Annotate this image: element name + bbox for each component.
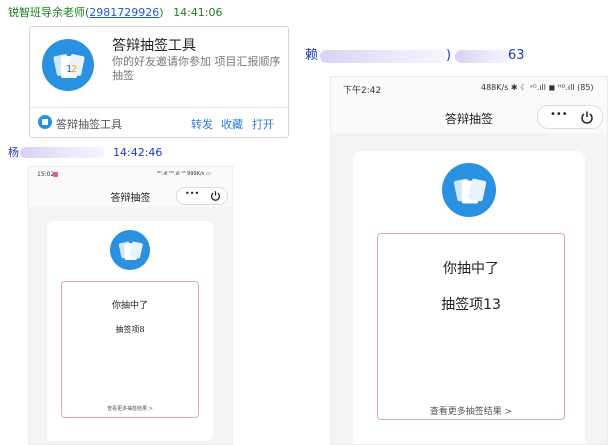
- redacted-name-blur: [320, 50, 445, 63]
- message-time: 14:41:06: [173, 6, 223, 19]
- message2-sender-line: 赖: [305, 49, 318, 63]
- phone-screenshot-large[interactable]: 下午2:42 488K/s ✱ ☾ ˢᴳ.ıll ◼ ᴴᴰ.ıll (85) 答…: [330, 76, 608, 445]
- favorite-button[interactable]: 收藏: [221, 116, 243, 132]
- more-results-link-small[interactable]: 查看更多抽签结果 >: [62, 405, 198, 412]
- capsule-menu-small[interactable]: •••: [176, 187, 228, 205]
- result-panel-small: 你抽中了 抽签项8 查看更多抽签结果 >: [47, 221, 213, 441]
- more-icon[interactable]: •••: [550, 109, 568, 120]
- sender-name[interactable]: 锐智班导余老师(: [8, 6, 89, 19]
- mini-app-small-icon: [38, 115, 52, 129]
- result-box-small: 你抽中了 抽签项8 查看更多抽签结果 >: [61, 281, 199, 418]
- logo-digit-2: 2: [71, 64, 77, 75]
- status-icons-small: ᴴᴰ.ıll ᴴᴰ.ıll ˢᴳ 999K/s ▭: [157, 171, 211, 177]
- status-time: 下午2:42: [343, 86, 382, 96]
- result-heading-small: 你抽中了: [111, 301, 148, 311]
- message3-time: 14:42:46: [113, 146, 163, 159]
- result-item: 抽签项13: [441, 297, 501, 313]
- result-box: 你抽中了 抽签项13 查看更多抽签结果 >: [377, 233, 565, 420]
- more-icon-small[interactable]: •••: [185, 189, 199, 198]
- card-app-name: 答辩抽签工具: [56, 118, 122, 131]
- result-heading: 你抽中了: [443, 261, 499, 277]
- sender-id-link[interactable]: 2981729926: [89, 6, 159, 19]
- sender2-paren: ): [446, 48, 452, 63]
- power-icon[interactable]: [580, 110, 594, 124]
- card-title: 答辩抽签工具: [112, 38, 196, 54]
- status-time-small: 15:02: [37, 171, 55, 178]
- more-results-link[interactable]: 查看更多抽签结果 >: [378, 404, 564, 417]
- redacted-name-blur-2: [20, 147, 105, 158]
- mini-program-share-card[interactable]: 1 2 答辩抽签工具 你的好友邀请你参加 项目汇报顺序 抽签 答辩抽签工具 转发…: [29, 26, 289, 138]
- lottery-logo-icon: [442, 163, 496, 217]
- lottery-logo-icon-small: [110, 230, 150, 270]
- message3-sender-line: 杨: [8, 146, 19, 160]
- result-panel: 你抽中了 抽签项13 查看更多抽签结果 >: [353, 151, 585, 444]
- result-item-small: 抽签项8: [115, 325, 145, 334]
- lottery-app-logo-icon: 1 2: [42, 39, 94, 91]
- status-icons: 488K/s ✱ ☾ ˢᴳ.ıll ◼ ᴴᴰ.ıll (85): [481, 83, 594, 92]
- redacted-id-blur: [455, 50, 510, 63]
- sender2-suffix: 63: [508, 48, 525, 63]
- forward-button[interactable]: 转发: [191, 116, 213, 132]
- phone-screenshot-small[interactable]: 15:02 ᴴᴰ.ıll ᴴᴰ.ıll ˢᴳ 999K/s ▭ 答辩抽签 •••…: [28, 166, 233, 445]
- message-sender-line: 锐智班导余老师(2981729926) 14:41:06: [8, 6, 223, 20]
- open-button[interactable]: 打开: [252, 116, 274, 132]
- sender3-prefix[interactable]: 杨: [8, 146, 19, 159]
- power-icon-small[interactable]: [210, 190, 221, 201]
- sender-paren: ): [159, 6, 164, 19]
- sender2-prefix[interactable]: 赖: [305, 48, 318, 63]
- capsule-menu[interactable]: •••: [537, 105, 603, 129]
- notification-icon: [53, 172, 58, 177]
- card-description: 你的好友邀请你参加 项目汇报顺序 抽签: [112, 55, 281, 82]
- card-divider: [30, 107, 288, 108]
